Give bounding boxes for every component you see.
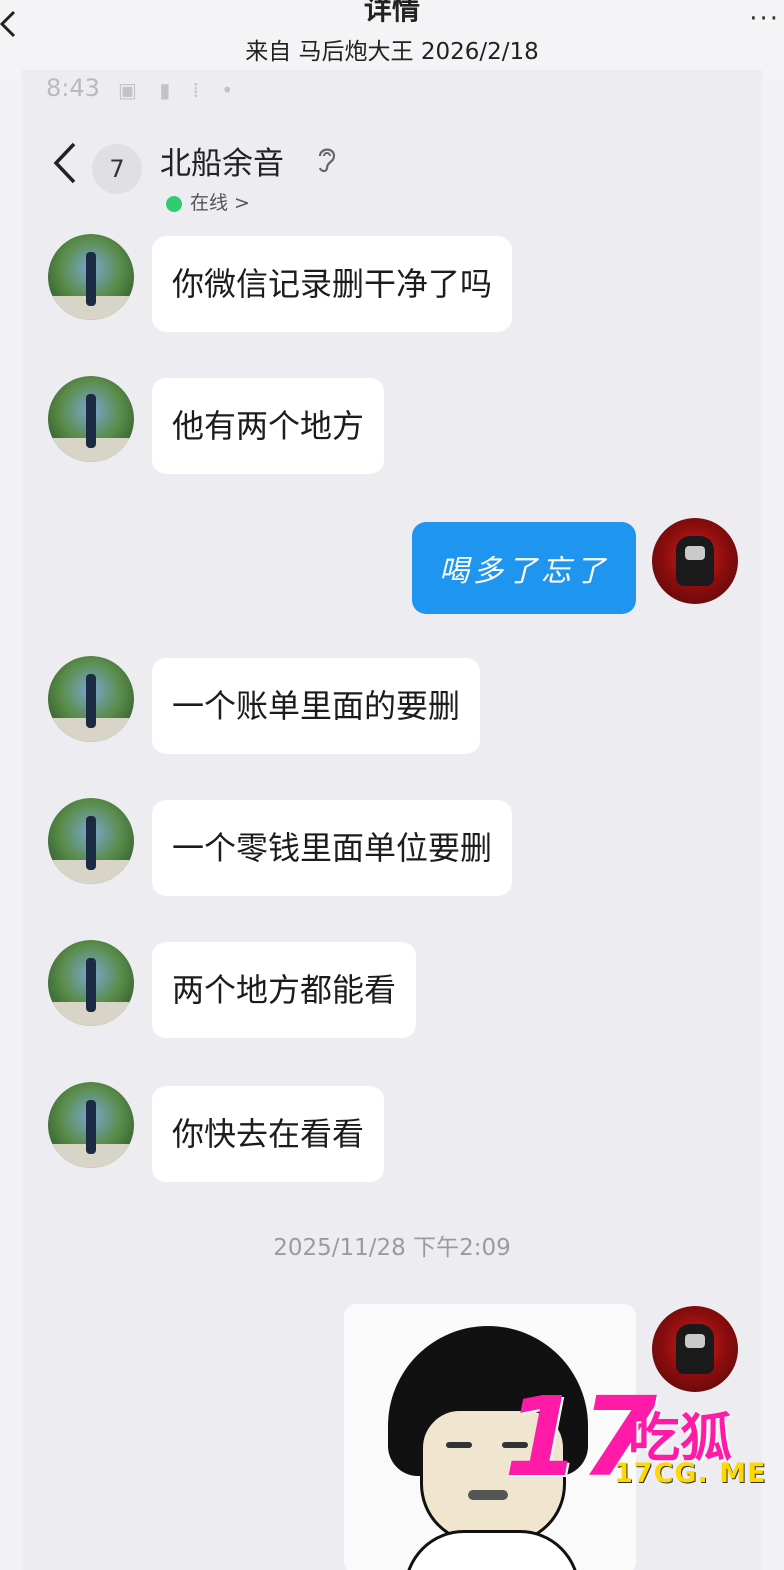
watermark-url: 17CG. ME xyxy=(614,1458,767,1489)
message-bubble[interactable]: 两个地方都能看 xyxy=(152,942,417,1038)
sticker-eye xyxy=(446,1442,472,1448)
unread-count-badge[interactable]: 7 xyxy=(92,144,142,194)
sticker-mouth xyxy=(468,1490,508,1500)
more-options-icon[interactable]: ··· xyxy=(749,4,780,34)
peer-avatar[interactable] xyxy=(48,234,134,320)
status-bar-icons: ▣ ▮ ⁞ • xyxy=(118,78,242,102)
outer-header: 详情 来自 马后炮大王 2026/2/18 ··· xyxy=(0,0,784,80)
message-bubble[interactable]: 一个账单里面的要删 xyxy=(152,658,481,754)
page-title: 详情 xyxy=(363,0,420,26)
peer-avatar[interactable] xyxy=(48,798,134,884)
my-avatar[interactable] xyxy=(652,1306,738,1392)
message-bubble[interactable]: 你快去在看看 xyxy=(152,1086,385,1182)
chat-back-icon[interactable] xyxy=(50,138,80,188)
message-timestamp: 2025/11/28 下午2:09 xyxy=(273,1235,511,1261)
peer-avatar[interactable] xyxy=(48,940,134,1026)
post-source-subtitle: 来自 马后炮大王 2026/2/18 xyxy=(245,39,539,65)
peer-avatar[interactable] xyxy=(48,1082,134,1168)
online-status-dot xyxy=(166,196,182,212)
online-status-text[interactable]: 在线 > xyxy=(190,188,250,215)
chat-peer-name[interactable]: 北船余音 xyxy=(160,138,284,183)
chat-screenshot: 8:43 ▣ ▮ ⁞ • 7 北船余音 在线 > 你微信记录删干净了吗 他有两个… xyxy=(22,70,762,1570)
ear-icon[interactable] xyxy=(314,144,338,181)
peer-avatar[interactable] xyxy=(48,656,134,742)
sticker-body xyxy=(404,1530,580,1570)
my-message-bubble[interactable]: 喝多了忘了 xyxy=(412,522,636,614)
message-bubble[interactable]: 一个零钱里面单位要删 xyxy=(152,800,513,896)
peer-avatar[interactable] xyxy=(48,376,134,462)
status-bar-time: 8:43 xyxy=(46,74,100,102)
message-bubble[interactable]: 他有两个地方 xyxy=(152,378,385,474)
my-avatar[interactable] xyxy=(652,518,738,604)
message-bubble[interactable]: 你微信记录删干净了吗 xyxy=(152,236,513,332)
